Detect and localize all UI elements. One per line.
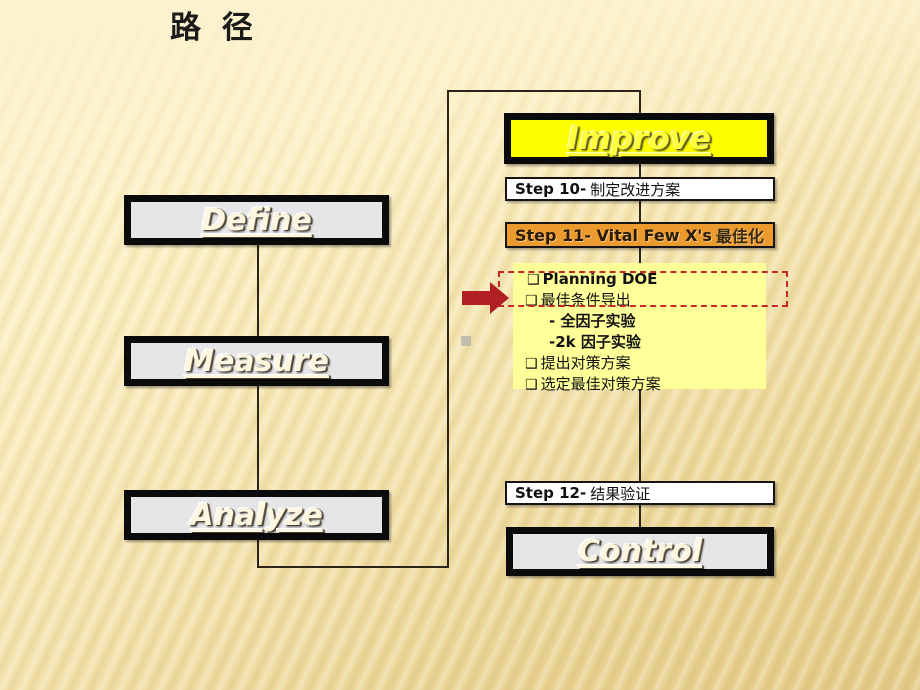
step-12-lead: Step 12- — [515, 484, 587, 502]
step-10-text: 制定改进方案 — [590, 180, 681, 199]
connector-step10-step11 — [639, 200, 641, 222]
step-11-lead: Step 11- Vital Few X's — [515, 225, 712, 245]
detail-item-6-text: 选定最佳对策方案 — [540, 375, 661, 393]
step-10-lead: Step 10- — [515, 180, 587, 198]
detail-item-2: ❑ 最佳条件导出 — [513, 290, 766, 311]
step-12-text: 结果验证 — [590, 484, 651, 503]
step-bar-11[interactable]: Step 11- Vital Few X's 最佳化 — [505, 222, 775, 248]
phase-label-improve: Improve — [567, 120, 711, 157]
connector-step12-control — [639, 505, 641, 527]
connector-measure-analyze — [257, 386, 259, 490]
phase-box-measure[interactable]: Measure — [124, 336, 389, 386]
connector-top-horizontal — [447, 90, 641, 92]
step-bar-10[interactable]: Step 10- 制定改进方案 — [505, 177, 775, 201]
connector-detail-step12 — [639, 389, 641, 481]
checkbox-bullet-icon: ❑ — [525, 377, 538, 393]
detail-item-4: -2k 因子实验 — [549, 333, 641, 351]
checkbox-bullet-icon: ❑ — [525, 356, 538, 372]
red-arrow-icon — [462, 281, 510, 315]
detail-item-6: ❑ 选定最佳对策方案 — [513, 374, 766, 395]
step-bar-12[interactable]: Step 12- 结果验证 — [505, 481, 775, 505]
checkbox-bullet-icon: ❑ — [525, 293, 538, 309]
phase-box-define[interactable]: Define — [124, 195, 389, 245]
step-11-text: 最佳化 — [715, 227, 764, 246]
detail-panel: ❑ Planning DOE ❑ 最佳条件导出 - 全因子实验 -2k 因子实验 ❑… — [513, 263, 766, 393]
decorative-dot — [461, 336, 471, 346]
detail-item-5-text: 提出对策方案 — [540, 354, 631, 372]
phase-label-measure: Measure — [184, 343, 329, 379]
detail-item-1: ❑ Planning DOE — [513, 269, 766, 290]
phase-label-define: Define — [201, 202, 312, 238]
detail-item-3: - 全因子实验 — [549, 312, 636, 330]
connector-analyze-bottom — [257, 540, 259, 568]
phase-box-improve[interactable]: Improve — [504, 113, 774, 164]
connector-define-measure — [257, 244, 259, 336]
slide-canvas: 路 径 Define Measure Analyze Improve Step … — [0, 0, 920, 690]
connector-bottom-horizontal — [257, 566, 449, 568]
detail-item-2-text: 最佳条件导出 — [540, 291, 631, 309]
detail-item-5: ❑ 提出对策方案 — [513, 353, 766, 374]
phase-box-control[interactable]: Control — [506, 527, 774, 576]
page-title: 路 径 — [170, 10, 258, 46]
connector-into-improve — [639, 90, 641, 114]
phase-box-analyze[interactable]: Analyze — [124, 490, 389, 540]
connector-improve-step10 — [639, 163, 641, 177]
checkbox-bullet-icon: ❑ — [527, 272, 540, 288]
connector-loop-vertical — [447, 90, 449, 568]
phase-label-analyze: Analyze — [190, 497, 323, 533]
detail-item-1-text: Planning DOE — [542, 270, 658, 288]
phase-label-control: Control — [577, 534, 702, 569]
